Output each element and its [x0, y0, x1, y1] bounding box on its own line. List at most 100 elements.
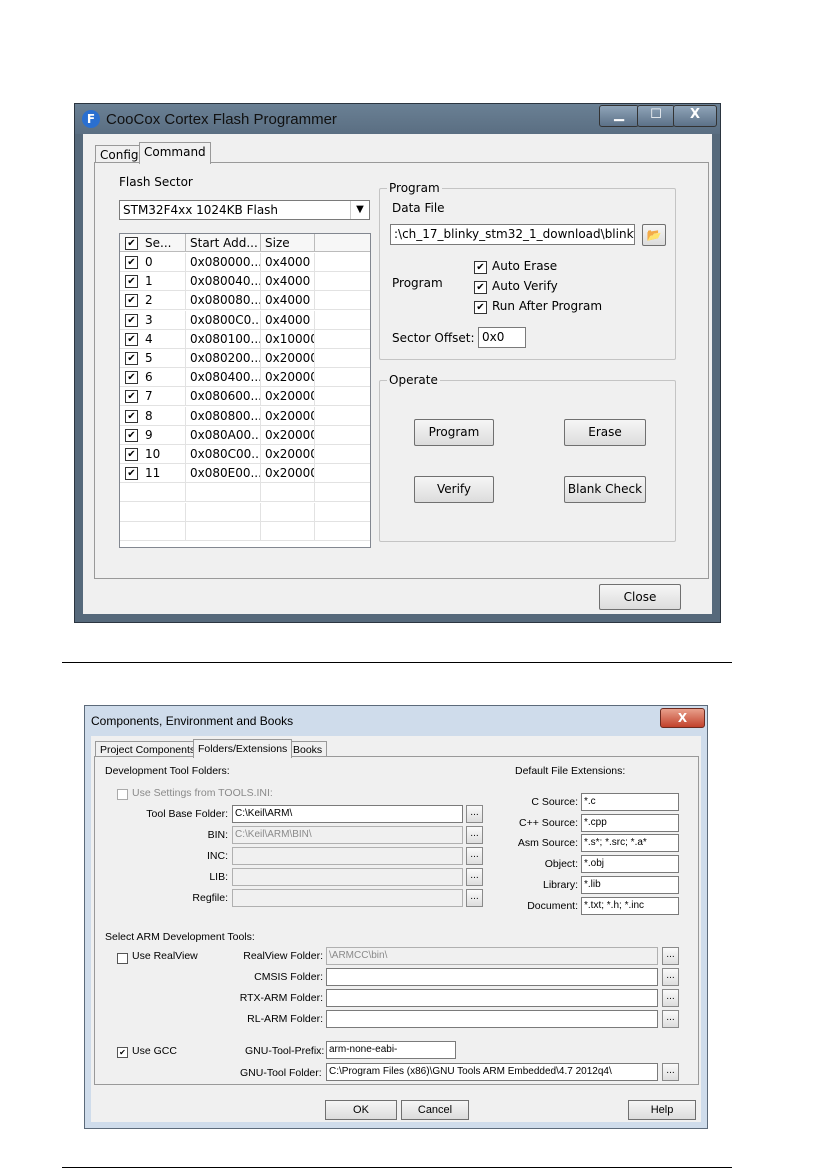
- folder-field[interactable]: C:\Keil\ARM\: [232, 805, 463, 823]
- folder-field[interactable]: [232, 889, 463, 907]
- tool-folder-field[interactable]: [326, 989, 658, 1007]
- tool-folder-browse-button[interactable]: ...: [662, 1010, 679, 1028]
- folder-field[interactable]: [232, 847, 463, 865]
- folder-browse-button[interactable]: ...: [466, 826, 483, 844]
- empty-row: [120, 502, 370, 522]
- sector-number: 1: [145, 274, 153, 289]
- extension-field[interactable]: *.obj: [581, 855, 679, 874]
- sector-row[interactable]: ✔ 6 0x080400... 0x20000: [120, 368, 370, 388]
- tool-folder-browse-button[interactable]: ...: [662, 968, 679, 986]
- sector-checkbox[interactable]: ✔: [125, 352, 138, 365]
- extension-label: Object:: [544, 858, 578, 871]
- extension-field[interactable]: *.lib: [581, 875, 679, 894]
- sector-list[interactable]: ✔ Se... Start Add... Size ✔ 0 0x080000... 0…: [119, 233, 371, 548]
- sector-checkbox[interactable]: ✔: [125, 275, 138, 289]
- filler-cell: [315, 253, 370, 272]
- filler-cell: [315, 426, 370, 445]
- folder-browse-button[interactable]: ...: [466, 889, 483, 907]
- tab-command[interactable]: Command: [139, 142, 211, 164]
- use-settings-checkbox[interactable]: [117, 789, 128, 800]
- start-address-cell: [186, 521, 261, 541]
- tab-books[interactable]: Books: [288, 741, 328, 757]
- ok-button[interactable]: OK: [325, 1100, 397, 1120]
- folder-browse-button[interactable]: ...: [466, 847, 483, 865]
- folder-browse-button[interactable]: ...: [466, 805, 483, 823]
- close-window-button[interactable]: X: [660, 708, 705, 728]
- sector-row[interactable]: ✔ 10 0x080C00... 0x20000: [120, 445, 370, 464]
- sector-row[interactable]: ✔ 2 0x080080... 0x4000: [120, 291, 370, 311]
- tool-folder-browse-button[interactable]: ...: [662, 947, 679, 965]
- default-ext-label: Default File Extensions:: [515, 765, 626, 777]
- extension-field[interactable]: *.txt; *.h; *.inc: [581, 896, 679, 915]
- maximize-button[interactable]: ☐: [637, 105, 675, 127]
- folder-field[interactable]: [232, 868, 463, 886]
- sector-checkbox[interactable]: ✔: [125, 371, 138, 385]
- sector-checkbox[interactable]: ✔: [125, 428, 138, 442]
- gnu-folder-browse-button[interactable]: ...: [662, 1063, 679, 1081]
- use-gcc-checkbox[interactable]: ✔: [117, 1047, 128, 1058]
- sector-checkbox[interactable]: ✔: [125, 467, 138, 481]
- start-address-cell: 0x080080...: [186, 291, 261, 311]
- tab-folders-extensions[interactable]: Folders/Extensions: [193, 739, 293, 758]
- extension-field[interactable]: *.cpp: [581, 813, 679, 832]
- tool-folder-field[interactable]: [326, 1010, 658, 1028]
- sector-checkbox[interactable]: ✔: [125, 409, 138, 423]
- gnu-prefix-field[interactable]: arm-none-eabi-: [326, 1041, 456, 1059]
- sector-checkbox[interactable]: ✔: [125, 313, 138, 327]
- extension-field[interactable]: *.s*; *.src; *.a*: [581, 834, 679, 853]
- sector-row[interactable]: ✔ 11 0x080E00... 0x20000: [120, 464, 370, 484]
- sector-checkbox[interactable]: ✔: [125, 448, 138, 461]
- sector-offset-field[interactable]: 0x0: [478, 327, 526, 348]
- sector-row[interactable]: ✔ 9 0x080A00... 0x20000: [120, 425, 370, 445]
- tab-project-components[interactable]: Project Components: [95, 741, 201, 757]
- column-header-size[interactable]: Size: [261, 234, 315, 252]
- column-header-check[interactable]: ✔ Se...: [120, 234, 186, 252]
- folder-browse-button[interactable]: ...: [466, 868, 483, 886]
- sector-row[interactable]: ✔ 0 0x080000... 0x4000: [120, 253, 370, 272]
- program-option-checkbox[interactable]: ✔: [474, 261, 487, 274]
- title-bar[interactable]: F CooCox Cortex Flash Programmer ▁ ☐ X: [75, 104, 720, 134]
- sector-checkbox[interactable]: ✔: [125, 332, 138, 346]
- sector-checkbox[interactable]: ✔: [125, 390, 138, 404]
- sector-row[interactable]: ✔ 7 0x080600... 0x20000: [120, 387, 370, 407]
- use-realview-checkbox[interactable]: [117, 953, 128, 964]
- sector-checkbox[interactable]: ✔: [125, 294, 138, 308]
- select-all-checkbox[interactable]: ✔: [125, 237, 138, 250]
- sector-row[interactable]: ✔ 4 0x080100... 0x10000: [120, 329, 370, 349]
- program-option-checkbox[interactable]: ✔: [474, 281, 487, 294]
- close-button[interactable]: Close: [599, 584, 681, 610]
- sector-checkbox[interactable]: ✔: [125, 256, 138, 269]
- minimize-button[interactable]: ▁: [599, 105, 639, 127]
- sector-row[interactable]: ✔ 1 0x080040... 0x4000: [120, 272, 370, 292]
- tool-folder-browse-button[interactable]: ...: [662, 989, 679, 1007]
- close-window-button[interactable]: X: [673, 105, 717, 127]
- chevron-down-icon[interactable]: ▼: [350, 201, 369, 219]
- gnu-folder-field[interactable]: C:\Program Files (x86)\GNU Tools ARM Emb…: [326, 1063, 658, 1081]
- blank-check-button[interactable]: Blank Check: [564, 476, 646, 503]
- help-button[interactable]: Help: [628, 1100, 696, 1120]
- tool-folder-field[interactable]: [326, 968, 658, 986]
- browse-folder-button[interactable]: 📂: [642, 224, 666, 246]
- client-area: Config Command Flash Sector STM32F4xx 10…: [83, 134, 712, 614]
- program-button[interactable]: Program: [414, 419, 494, 446]
- extension-field[interactable]: *.c: [581, 793, 679, 811]
- cancel-button[interactable]: Cancel: [401, 1100, 469, 1120]
- column-header-start[interactable]: Start Add...: [186, 234, 261, 252]
- extension-label: C++ Source:: [519, 816, 578, 829]
- tool-folder-field[interactable]: \ARMCC\bin\: [326, 947, 658, 965]
- sector-row[interactable]: ✔ 3 0x0800C0... 0x4000: [120, 310, 370, 330]
- extension-label: Library:: [542, 878, 578, 891]
- tab-config[interactable]: Config: [95, 145, 144, 163]
- program-option-checkbox[interactable]: ✔: [474, 301, 487, 314]
- erase-button[interactable]: Erase: [564, 419, 646, 446]
- folder-field[interactable]: C:\Keil\ARM\BIN\: [232, 826, 463, 844]
- sector-row[interactable]: ✔ 8 0x080800... 0x20000: [120, 406, 370, 426]
- sector-row[interactable]: ✔ 5 0x080200... 0x20000: [120, 349, 370, 368]
- tool-folder-label: RL-ARM Folder:: [247, 1013, 323, 1025]
- verify-button[interactable]: Verify: [414, 476, 494, 503]
- dev-tool-folders-label: Development Tool Folders:: [105, 765, 230, 777]
- flash-device-select[interactable]: STM32F4xx 1024KB Flash ▼: [119, 200, 370, 220]
- empty-row: [120, 521, 370, 541]
- data-file-field[interactable]: :\ch_17_blinky_stm32_1_download\blinky.b…: [390, 224, 635, 245]
- filler-cell: [315, 330, 370, 349]
